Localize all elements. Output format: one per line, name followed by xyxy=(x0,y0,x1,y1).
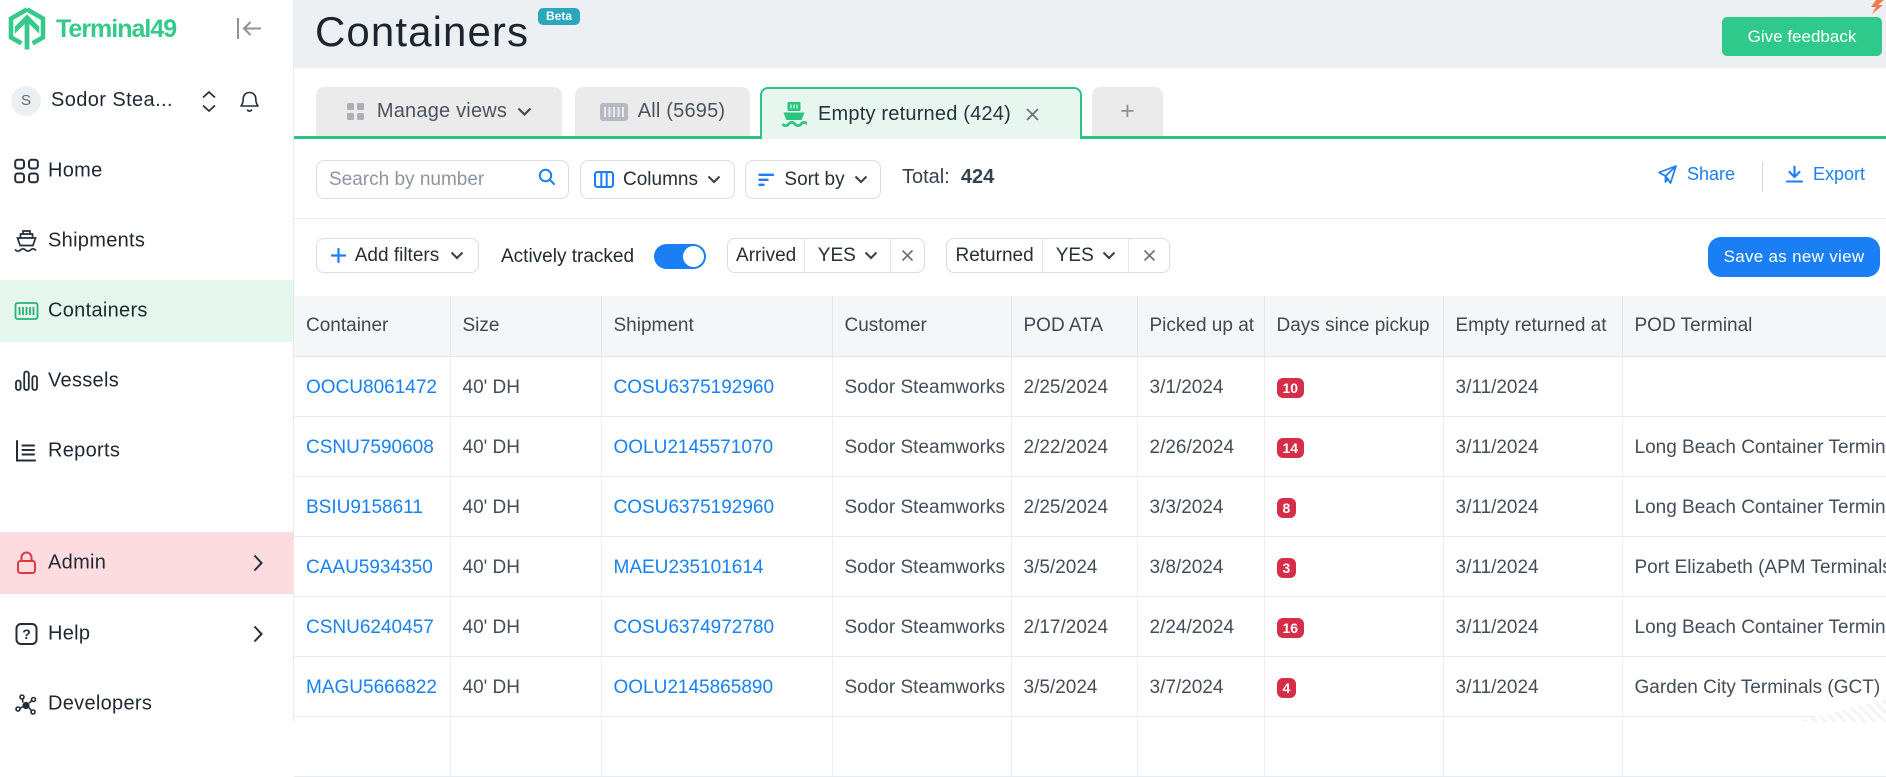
svg-text:?: ? xyxy=(22,626,31,642)
